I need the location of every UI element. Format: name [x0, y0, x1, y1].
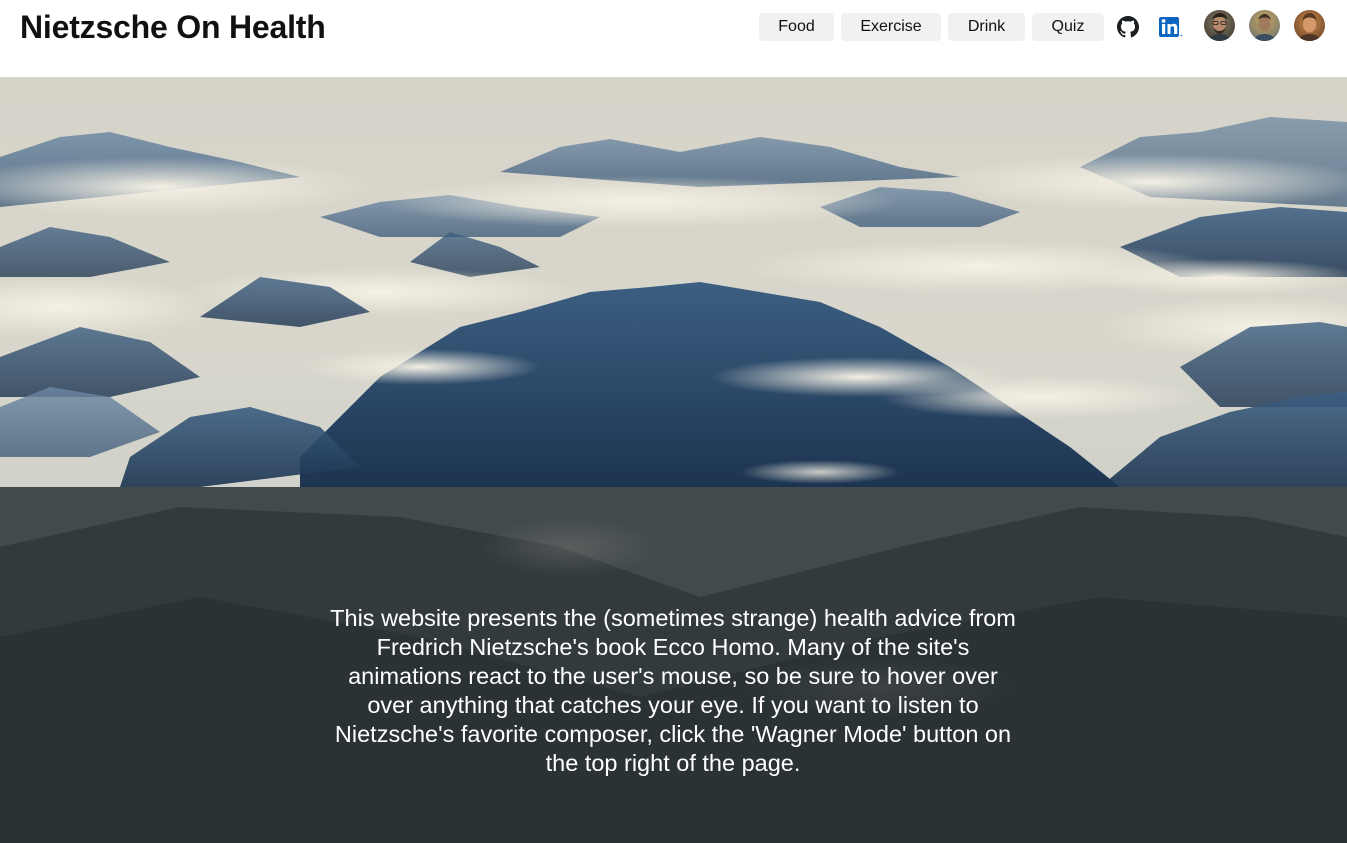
site-header: Nietzsche On Health Food Exercise Drink … — [0, 0, 1347, 77]
avatar-2[interactable] — [1249, 10, 1280, 41]
nav-food-button[interactable]: Food — [759, 13, 834, 41]
site-title: Nietzsche On Health — [20, 9, 326, 45]
avatar-3[interactable] — [1294, 10, 1325, 41]
intro-paragraph: This website presents the (sometimes str… — [330, 605, 1016, 776]
hero-section: This website presents the (sometimes str… — [0, 77, 1347, 843]
nav-drink-button[interactable]: Drink — [948, 13, 1025, 41]
nav-quiz-button[interactable]: Quiz — [1032, 13, 1104, 41]
linkedin-icon[interactable] — [1157, 13, 1185, 41]
top-nav: Food Exercise Drink Quiz — [759, 10, 1347, 41]
avatar-1[interactable] — [1204, 10, 1235, 41]
github-icon[interactable] — [1114, 13, 1142, 41]
nav-exercise-button[interactable]: Exercise — [841, 13, 941, 41]
